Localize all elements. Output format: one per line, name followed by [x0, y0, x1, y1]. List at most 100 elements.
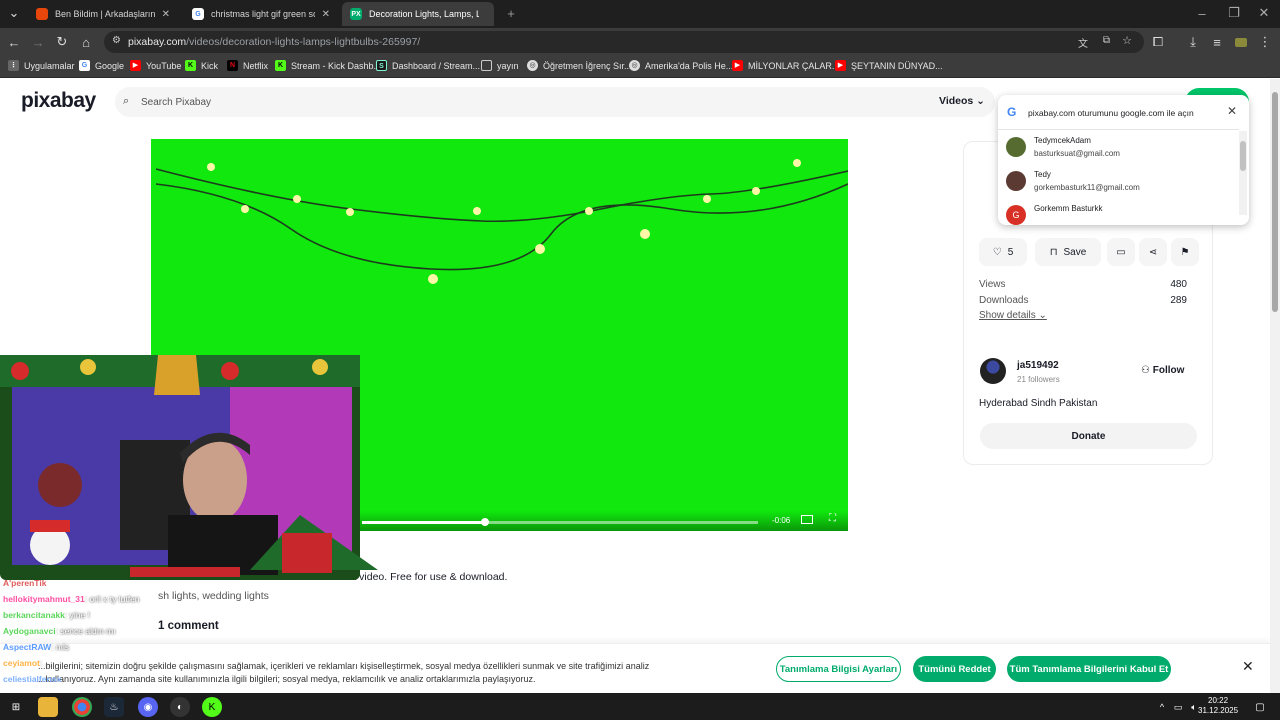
avatar: G [1006, 205, 1026, 225]
donate-button[interactable]: Donate [980, 423, 1197, 449]
pixabay-logo[interactable]: pixabay [21, 89, 96, 113]
bookmark-streamlabs[interactable]: S Dashboard / Stream... [376, 60, 480, 71]
bookmark-kick-dashboard[interactable]: K Stream - Kick Dashb... [275, 60, 381, 71]
notifications-icon[interactable]: ▢ [1250, 697, 1270, 717]
bookmark-kick[interactable]: K Kick [185, 60, 218, 71]
file-explorer-icon[interactable] [38, 697, 58, 717]
bookmark-label: YouTube [146, 60, 182, 71]
bookmark-label: Google [95, 60, 125, 71]
menu-icon[interactable]: ⋮ [1257, 34, 1273, 50]
home-icon[interactable]: ⌂ [78, 34, 94, 50]
video-progress-handle[interactable] [480, 518, 489, 526]
browser-tab-bar: ⌄ Ben Bildim | Arkadaşlarınla Onli... ✕ … [0, 0, 1280, 28]
forward-icon[interactable]: → [30, 34, 46, 50]
downloads-label: Downloads [979, 295, 1029, 306]
bookmark-label: Netflix [243, 60, 269, 71]
close-tab-icon[interactable]: ✕ [322, 9, 330, 20]
bookmark-youtube[interactable]: ▶ YouTube [130, 60, 181, 71]
bookmark-label: MİLYONLAR ÇALAR... [748, 60, 840, 71]
follow-label: Follow [1152, 365, 1185, 376]
chat-user: Aydoganavci [3, 626, 56, 636]
minimize-icon[interactable]: – [1194, 5, 1210, 21]
tab-benbildim[interactable]: Ben Bildim | Arkadaşlarınla Onli... ✕ [28, 2, 178, 26]
site-info-icon[interactable]: ⚙ [112, 35, 121, 46]
translate-icon[interactable]: 文 [1078, 35, 1088, 50]
tab-title: Ben Bildim | Arkadaşlarınla Onli... [55, 9, 155, 19]
downloads-icon[interactable]: ⤓ [1185, 34, 1201, 50]
stream-chat-overlay: A'perenTik hellokitymahmut_31: orli x ty… [0, 576, 178, 692]
bookmark-label: Stream - Kick Dashb... [291, 60, 382, 71]
avatar[interactable] [980, 358, 1006, 384]
new-tab-icon[interactable]: + [503, 5, 519, 21]
comment-button[interactable]: ▭ [1107, 238, 1135, 266]
pip-icon[interactable] [801, 515, 813, 524]
bookmark-seytanin[interactable]: ▶ ŞEYTANIN DÜNYAD... [835, 60, 943, 71]
browser-toolbar: ← → ↻ ⌂ ⚙ pixabay.com/videos/decoration-… [0, 28, 1280, 56]
views-label: Views [979, 279, 1006, 290]
reload-icon[interactable]: ↻ [54, 34, 70, 50]
google-account-row[interactable]: G Gorkemm Basturkk [998, 199, 1238, 225]
bookmark-star-icon[interactable]: ☆ [1122, 34, 1132, 47]
save-button[interactable]: ⊓ Save [1035, 238, 1101, 266]
discord-icon[interactable]: ◉ [138, 697, 158, 717]
cookie-settings-button[interactable]: Tanımlama Bilgisi Ayarları [776, 656, 901, 682]
chrome-icon[interactable] [72, 697, 92, 717]
media-type-dropdown[interactable]: Videos ⌄ [939, 95, 985, 107]
start-icon[interactable]: ⊞ [6, 697, 26, 717]
google-popup-title: pixabay.com oturumunu google.com ile açı… [1028, 108, 1194, 118]
flag-icon: ⚑ [1180, 246, 1190, 258]
report-button[interactable]: ⚑ [1171, 238, 1199, 266]
search-bar[interactable]: ⌕ Search Pixabay [115, 87, 995, 117]
kick-icon: K [185, 60, 196, 71]
close-icon[interactable]: ✕ [1242, 658, 1254, 675]
install-app-icon[interactable]: ⧉ [1103, 35, 1110, 46]
bookmark-apps[interactable]: ⋮ Uygulamalar [8, 60, 75, 71]
netflix-icon: N [227, 60, 238, 71]
back-icon[interactable]: ← [6, 34, 22, 50]
kick-app-icon[interactable]: K [202, 697, 222, 717]
like-button[interactable]: ♡ 5 [979, 238, 1027, 266]
reading-list-icon[interactable]: ≡ [1209, 34, 1225, 50]
close-icon[interactable]: ✕ [1227, 104, 1237, 118]
share-button[interactable]: ⋖ [1139, 238, 1167, 266]
chat-message: ceyiamot: ... [3, 658, 52, 668]
tab-search-icon[interactable]: ⌄ [6, 5, 22, 21]
steam-icon[interactable]: ♨ [104, 697, 124, 717]
address-bar[interactable]: ⚙ pixabay.com/videos/decoration-lights-l… [104, 31, 1144, 53]
user-name[interactable]: ja519492 [1017, 360, 1059, 371]
taskbar-clock[interactable]: 20:22 31.12.2025 [1198, 696, 1238, 716]
reject-all-button[interactable]: Tümünü Reddet [913, 656, 996, 682]
close-window-icon[interactable]: ✕ [1256, 5, 1272, 21]
obs-icon[interactable]: ◐ [170, 697, 190, 717]
chat-message: berkancitanakk: yine ! [3, 610, 90, 620]
chat-user: AspectRAW [3, 642, 52, 652]
tab-decoration-lights[interactable]: PX Decoration Lights, Lamps, Light... [342, 2, 494, 26]
bookmark-amerika[interactable]: ◎ Amerika'da Polis He... [629, 60, 733, 71]
accept-all-button[interactable]: Tüm Tanımlama Bilgilerini Kabul Et [1007, 656, 1171, 682]
bookmark-netflix[interactable]: N Netflix [227, 60, 268, 71]
popup-scrollbar-thumb[interactable] [1240, 141, 1246, 171]
fullscreen-icon[interactable]: ⛶ [829, 513, 836, 524]
windows-taskbar: ⊞ ♨ ◉ ◐ K ^ ▭ 🔈︎ 20:22 31.12.2025 ▢ [0, 693, 1280, 720]
user-location: Hyderabad Sindh Pakistan [979, 398, 1098, 409]
bookmark-milyonlar[interactable]: ▶ MİLYONLAR ÇALAR... [732, 60, 839, 71]
bookmark-ogretmen[interactable]: ◎ Öğretmen İğrenç Sır... [527, 60, 632, 71]
tab-christmas-light[interactable]: G christmas light gif green screen ✕ [184, 2, 338, 26]
follow-button[interactable]: ⚇ Follow [1141, 365, 1184, 376]
chevron-down-icon: ⌄ [1038, 310, 1047, 321]
search-input[interactable]: Search Pixabay [141, 97, 211, 108]
profile-icon[interactable] [1233, 34, 1249, 50]
save-label: Save [1063, 246, 1087, 258]
close-tab-icon[interactable]: ✕ [162, 9, 170, 20]
apps-grid-icon: ⋮ [8, 60, 19, 71]
extensions-icon[interactable]: ⧠ [1150, 34, 1166, 50]
search-icon: ⌕ [123, 95, 130, 107]
bookmark-yayin[interactable]: yayın [481, 60, 519, 71]
google-account-row[interactable]: Tedy gorkembasturk11@gmail.com [998, 165, 1238, 199]
show-details-link[interactable]: Show details ⌄ [979, 310, 1047, 321]
bookmark-google[interactable]: G Google [79, 60, 124, 71]
account-email: gorkembasturk11@gmail.com [1034, 183, 1140, 192]
google-account-row[interactable]: TedymcekAdam basturksuat@gmail.com [998, 131, 1238, 165]
maximize-icon[interactable]: ❐ [1226, 5, 1242, 21]
page-scrollbar-thumb[interactable] [1272, 92, 1278, 312]
